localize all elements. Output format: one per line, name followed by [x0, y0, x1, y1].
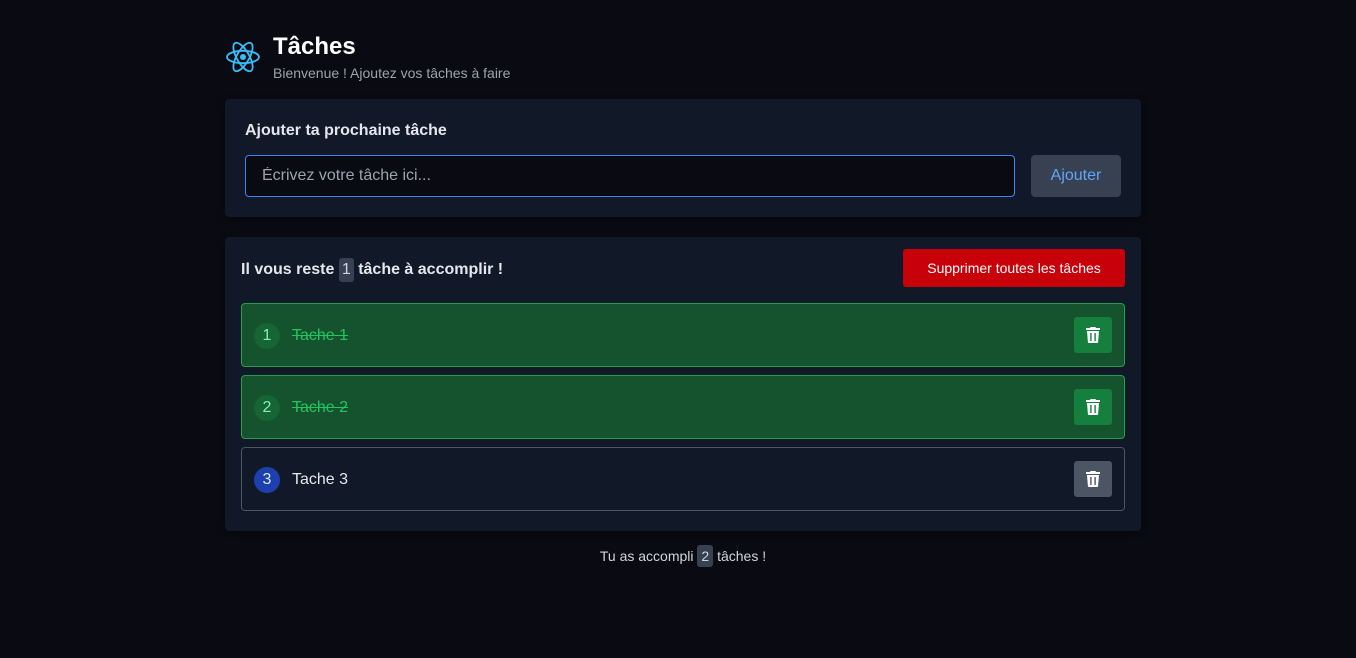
trash-icon — [1086, 471, 1100, 487]
remaining-suffix: tâche à accomplir ! — [358, 261, 504, 278]
delete-task-button[interactable] — [1074, 461, 1112, 497]
completed-suffix: tâches ! — [717, 548, 767, 564]
delete-task-button[interactable] — [1074, 317, 1112, 353]
react-atom-icon — [226, 41, 260, 73]
task-number: 1 — [254, 323, 280, 349]
add-task-card: Ajouter ta prochaine tâche Ajouter — [225, 99, 1141, 217]
task-item[interactable]: 2 Tache 2 — [241, 375, 1125, 439]
completed-footer: Tu as accompli 2 tâches ! — [225, 545, 1141, 567]
remaining-text: Il vous reste 1 tâche à accomplir ! — [241, 258, 503, 282]
remaining-count-badge: 1 — [338, 258, 354, 282]
page-subtitle: Bienvenue ! Ajoutez vos tâches à faire — [273, 65, 511, 81]
header: Tâches Bienvenue ! Ajoutez vos tâches à … — [225, 33, 1141, 83]
task-input[interactable] — [245, 155, 1015, 197]
task-item[interactable]: 1 Tache 1 — [241, 303, 1125, 367]
add-button[interactable]: Ajouter — [1031, 155, 1121, 197]
completed-prefix: Tu as accompli — [599, 548, 694, 564]
trash-icon — [1086, 327, 1100, 343]
task-number: 3 — [254, 467, 280, 493]
add-task-label: Ajouter ta prochaine tâche — [245, 122, 447, 139]
trash-icon — [1086, 399, 1100, 415]
delete-task-button[interactable] — [1074, 389, 1112, 425]
task-item[interactable]: 3 Tache 3 — [241, 447, 1125, 511]
page-title: Tâches — [273, 33, 356, 60]
task-number: 2 — [254, 395, 280, 421]
completed-count-badge: 2 — [697, 545, 714, 567]
delete-all-button[interactable]: Supprimer toutes les tâches — [903, 249, 1125, 287]
task-text[interactable]: Tache 3 — [292, 470, 348, 490]
task-text[interactable]: Tache 2 — [292, 398, 348, 418]
task-text[interactable]: Tache 1 — [292, 326, 348, 346]
task-list-card: Il vous reste 1 tâche à accomplir ! Supp… — [225, 237, 1141, 531]
remaining-prefix: Il vous reste — [241, 261, 335, 278]
